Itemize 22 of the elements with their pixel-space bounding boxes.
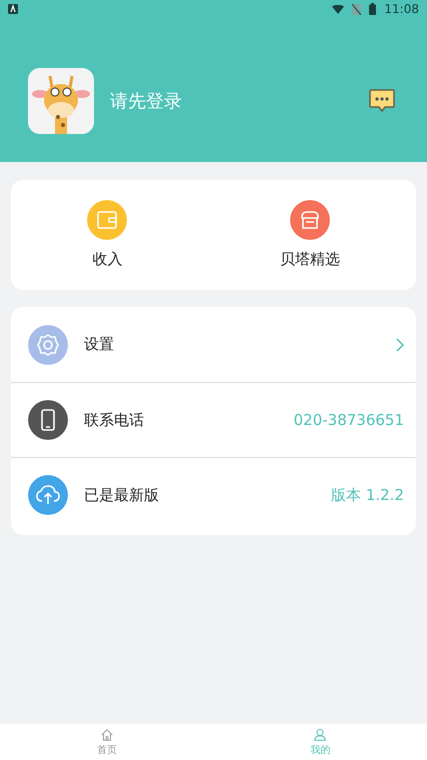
store-icon[interactable] bbox=[290, 200, 330, 240]
menu-label[interactable]: 联系电话 bbox=[84, 408, 144, 432]
status-time: 11:08 bbox=[384, 1, 419, 18]
menu-label[interactable]: 设置 bbox=[84, 333, 114, 356]
wifi-icon bbox=[332, 4, 344, 14]
notification-icon bbox=[8, 4, 18, 14]
avatar[interactable] bbox=[28, 68, 94, 134]
phone-icon bbox=[28, 400, 68, 440]
menu-value: 版本 1.2.2 bbox=[331, 484, 404, 506]
menu-label[interactable]: 已是最新版 bbox=[84, 484, 159, 506]
menu-value: 020-38736651 bbox=[294, 410, 404, 431]
cloud-upload-icon bbox=[28, 475, 68, 515]
no-sim-icon bbox=[352, 4, 362, 14]
shortcut-label[interactable]: 收入 bbox=[92, 248, 122, 270]
gear-icon bbox=[28, 324, 68, 364]
chevron-icon bbox=[396, 338, 404, 352]
battery-icon bbox=[369, 3, 376, 15]
message-icon[interactable] bbox=[369, 89, 395, 113]
person-icon bbox=[313, 728, 328, 742]
wallet-icon[interactable] bbox=[87, 200, 128, 240]
home-icon bbox=[100, 728, 114, 742]
shortcut-label[interactable]: 贝塔精选 bbox=[280, 248, 340, 270]
